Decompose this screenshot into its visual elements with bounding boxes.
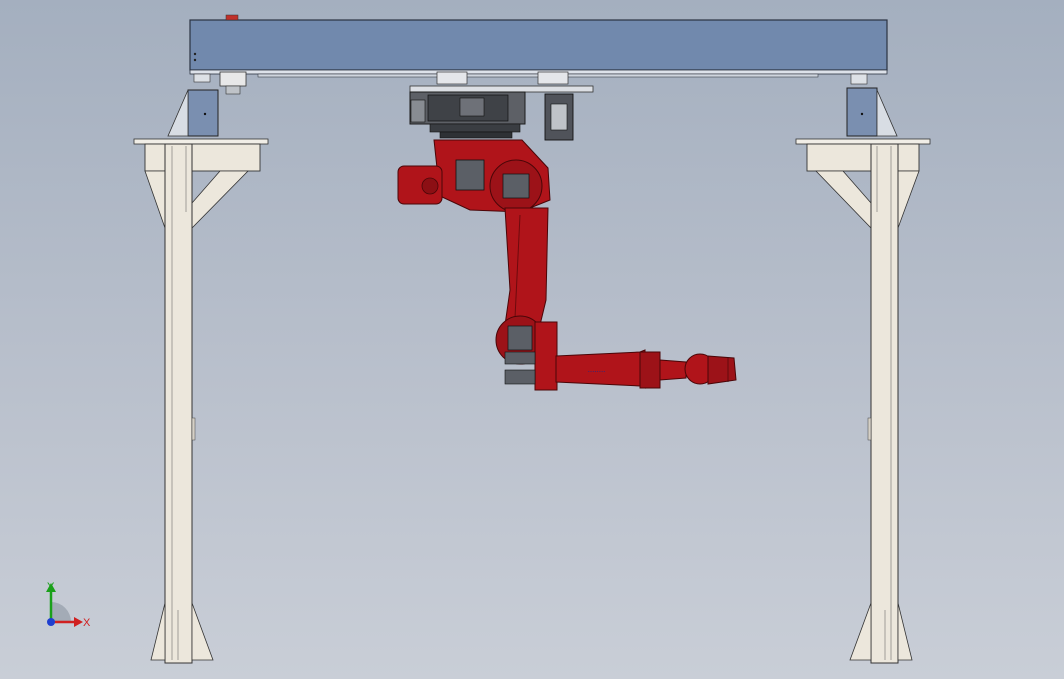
robot-trolley[interactable] [409,71,594,141]
right-support-column [795,138,931,664]
gantry-beam[interactable] [189,14,888,78]
left-support-column [133,138,269,664]
robot-arm-label: ........ [588,365,606,374]
left-end-carriage [167,71,247,137]
y-axis-label: Y [47,581,55,593]
robot-arm[interactable]: ........ [397,139,737,391]
x-axis-label: X [83,617,91,629]
gantry-robot-model[interactable]: ........ [0,0,1064,679]
z-axis-dot [47,618,55,626]
right-end-carriage [846,73,898,137]
cad-viewport[interactable]: ........ Y X [0,0,1064,679]
